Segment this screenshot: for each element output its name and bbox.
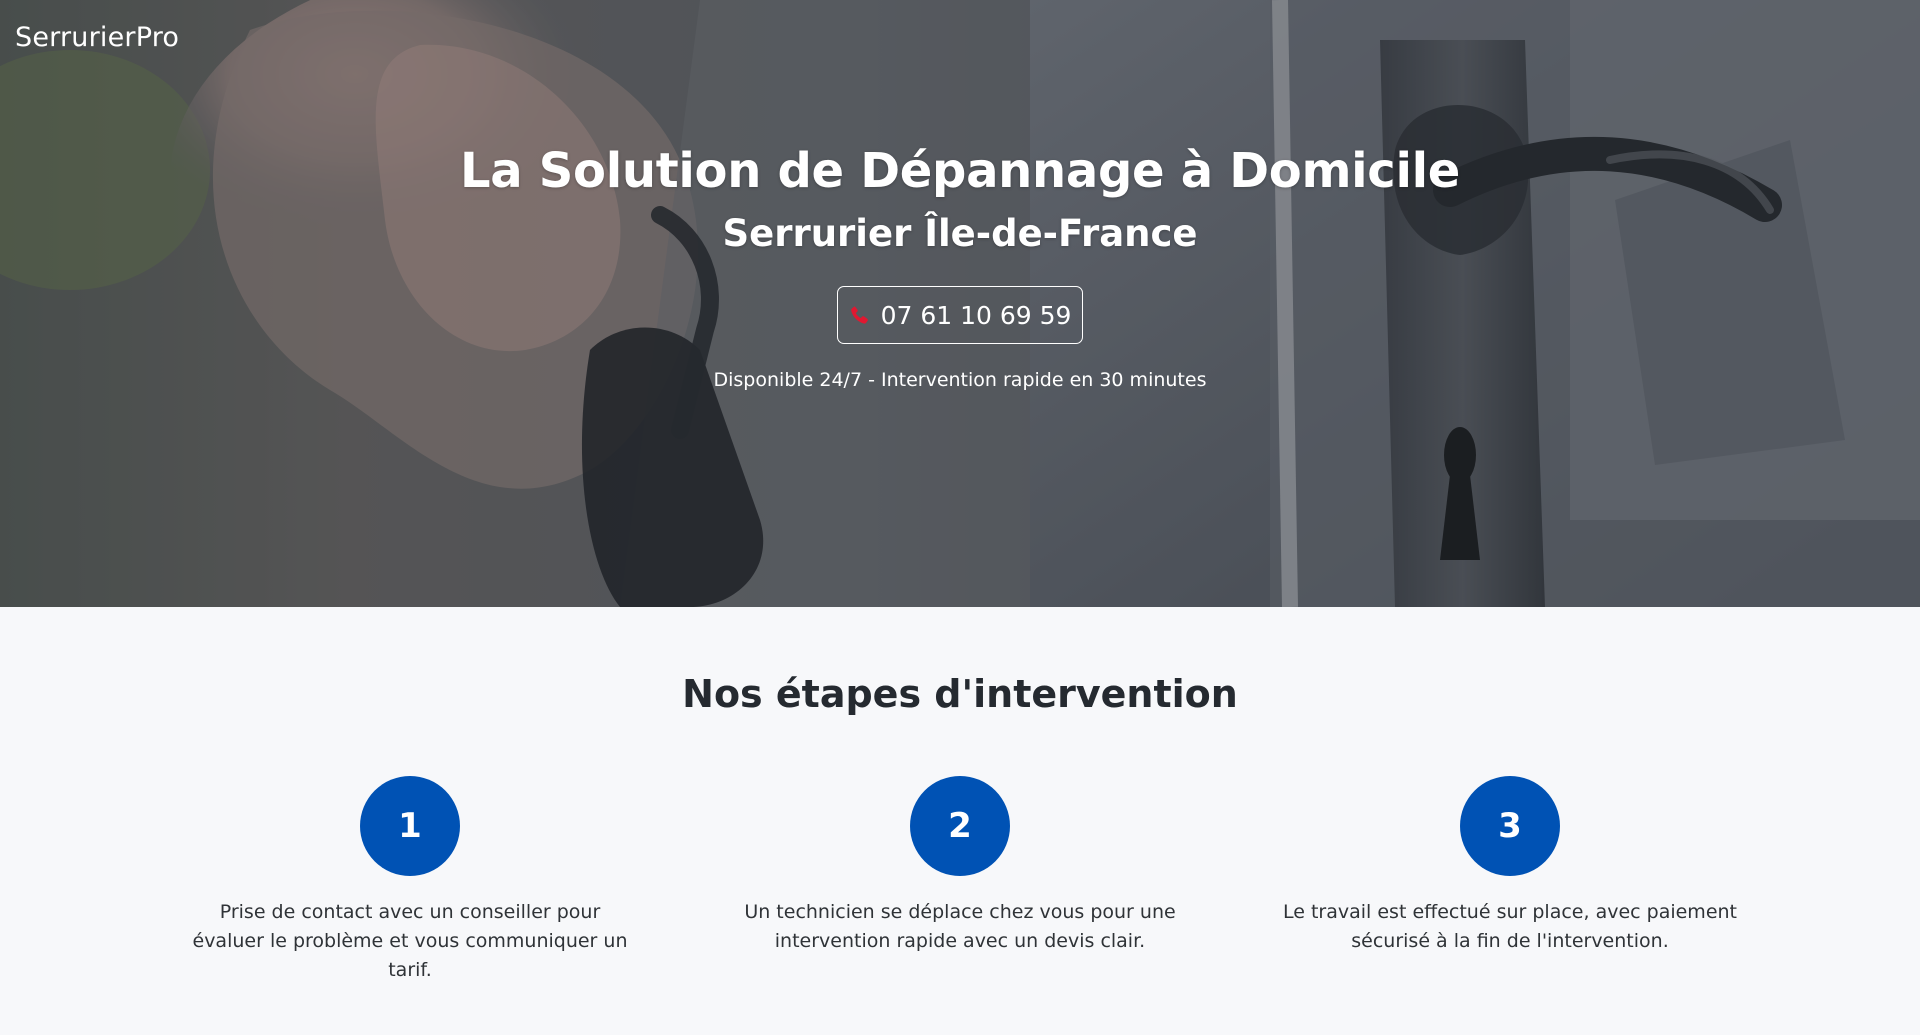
step-description-3: Le travail est effectué sur place, avec …: [1283, 901, 1737, 952]
availability-text: Disponible 24/7 - Intervention rapide en…: [713, 369, 1207, 391]
hero-section: SerrurierPro La Solution de Dépannage à …: [0, 0, 1920, 607]
step-card-2: 2 Un technicien se déplace chez vous pou…: [700, 776, 1220, 956]
step-card-1: 1 Prise de contact avec un conseiller po…: [150, 776, 670, 985]
step-description-2: Un technicien se déplace chez vous pour …: [744, 901, 1176, 952]
step-description-1: Prise de contact avec un conseiller pour…: [192, 901, 628, 981]
phone-number: 07 61 10 69 59: [880, 300, 1072, 330]
steps-title: Nos étapes d'intervention: [682, 672, 1238, 716]
phone-icon: [850, 306, 868, 324]
hero-title: La Solution de Dépannage à Domicile: [459, 143, 1461, 199]
hero-subtitle: Serrurier Île-de-France: [722, 212, 1198, 255]
hero-content: La Solution de Dépannage à Domicile Serr…: [0, 138, 1920, 393]
step-number-1: 1: [360, 776, 460, 876]
brand-logo[interactable]: SerrurierPro: [15, 22, 179, 53]
step-number-2: 2: [910, 776, 1010, 876]
step-number-3: 3: [1460, 776, 1560, 876]
step-card-3: 3 Le travail est effectué sur place, ave…: [1250, 776, 1770, 956]
call-phone-button[interactable]: 07 61 10 69 59: [837, 286, 1083, 344]
